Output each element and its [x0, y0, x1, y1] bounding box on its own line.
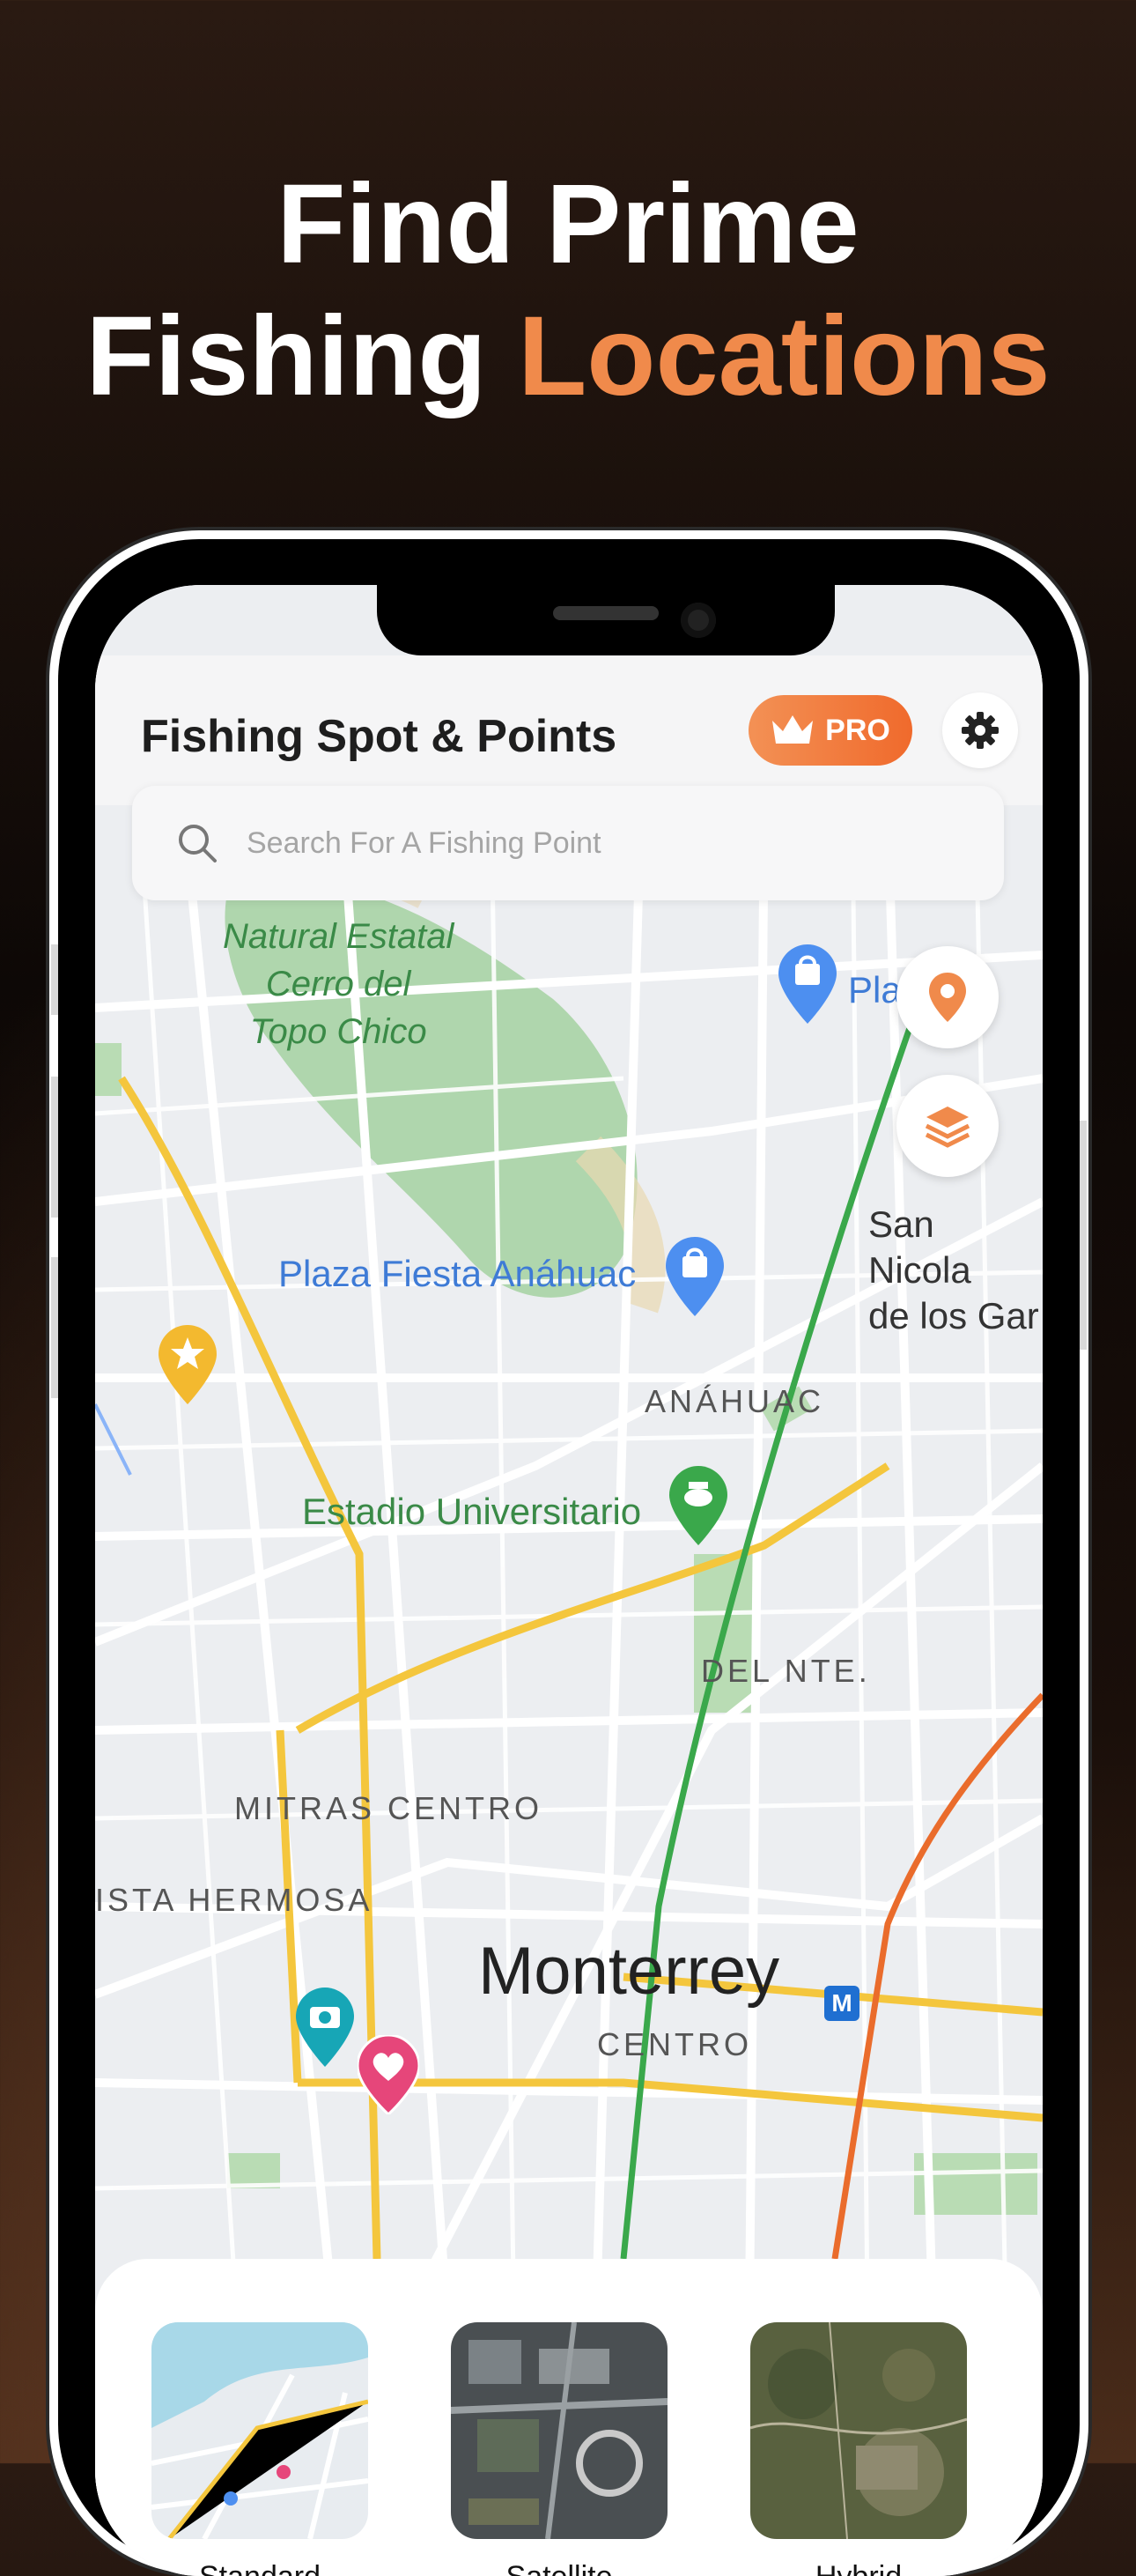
layers-button[interactable]	[896, 1075, 999, 1177]
phone-side-button	[51, 944, 58, 1015]
stadium-pin-icon[interactable]	[669, 1466, 727, 1545]
app-header: Fishing Spot & Points PRO	[95, 655, 1043, 805]
map-label-park-line: Cerro del	[265, 965, 411, 1003]
map-label-san-nicolas-line: San Nicola	[868, 1203, 971, 1291]
map-label-plaza-fiesta[interactable]: Plaza Fiesta Anáhuac	[278, 1253, 636, 1295]
front-camera	[681, 603, 716, 638]
map-type-sheet: Standard Satellite	[95, 2259, 1043, 2576]
shopping-pin-icon[interactable]	[666, 1237, 724, 1316]
search-bar[interactable]	[132, 786, 1004, 900]
headline: Find Prime Fishing Locations	[0, 159, 1136, 423]
heart-pin-icon[interactable]	[358, 2035, 419, 2114]
map-type-label: Satellite	[449, 2560, 669, 2576]
map-label-estadio[interactable]: Estadio Universitario	[302, 1491, 641, 1533]
map-label-san-nicolas-line: de los Gar	[868, 1295, 1039, 1336]
satellite-thumbnail	[451, 2322, 668, 2539]
search-input[interactable]	[245, 825, 953, 862]
map-type-satellite[interactable]: Satellite	[449, 2322, 669, 2576]
app-title: Fishing Spot & Points	[141, 711, 617, 762]
map-label-park-line: Topo Chico	[249, 1012, 427, 1051]
layers-icon	[925, 1107, 970, 1148]
settings-button[interactable]	[942, 692, 1018, 768]
map-type-hybrid[interactable]: Hybrid	[749, 2322, 969, 2576]
pro-upgrade-button[interactable]: PRO	[749, 695, 912, 766]
speaker-grille	[553, 606, 659, 620]
location-pin-button[interactable]	[896, 946, 999, 1048]
gear-icon	[962, 712, 999, 749]
location-pin-icon	[929, 973, 966, 1022]
phone-side-button	[1080, 1121, 1087, 1350]
hybrid-thumbnail	[750, 2322, 967, 2539]
shopping-pin-icon[interactable]	[778, 944, 837, 1024]
map-type-label: Standard	[150, 2560, 370, 2576]
map-label-city: Monterrey	[478, 1934, 780, 2009]
map-label-park: Natural Estatal Cerro del Topo Chico	[223, 913, 454, 1055]
map-label-anahuac: ANÁHUAC	[645, 1383, 825, 1419]
map-type-label: Hybrid	[749, 2560, 969, 2576]
phone-frame: Natural Estatal Cerro del Topo Chico Pla…	[51, 539, 1087, 2576]
map-label-mitras: MITRAS CENTRO	[234, 1790, 543, 1826]
phone-screen: Natural Estatal Cerro del Topo Chico Pla…	[95, 585, 1043, 2576]
map-label-plaza-partial[interactable]: Pla	[848, 969, 902, 1011]
map-label-park-line: Natural Estatal	[223, 917, 454, 956]
crown-icon	[772, 715, 814, 744]
headline-accent: Locations	[518, 293, 1051, 419]
map-type-standard[interactable]: Standard	[150, 2322, 370, 2576]
metro-station-icon[interactable]: M	[824, 1986, 859, 2021]
phone-notch	[377, 585, 835, 655]
headline-line-2: Fishing Locations	[0, 291, 1136, 423]
map-label-vista-hermosa: ISTA HERMOSA	[95, 1882, 373, 1918]
map-label-del-nte: DEL NTE.	[701, 1653, 871, 1689]
star-pin-icon[interactable]	[159, 1325, 217, 1404]
standard-thumbnail	[151, 2322, 368, 2539]
camera-pin-icon[interactable]	[296, 1988, 354, 2067]
phone-side-button	[51, 1257, 58, 1398]
headline-plain: Fishing	[85, 293, 519, 419]
pro-label: PRO	[825, 713, 890, 747]
phone-side-button	[51, 1077, 58, 1218]
search-icon	[179, 825, 217, 862]
map-label-san-nicolas: San Nicola de los Gar	[868, 1202, 1043, 1339]
map-label-centro: CENTRO	[597, 2026, 752, 2062]
headline-line-1: Find Prime	[277, 161, 859, 287]
